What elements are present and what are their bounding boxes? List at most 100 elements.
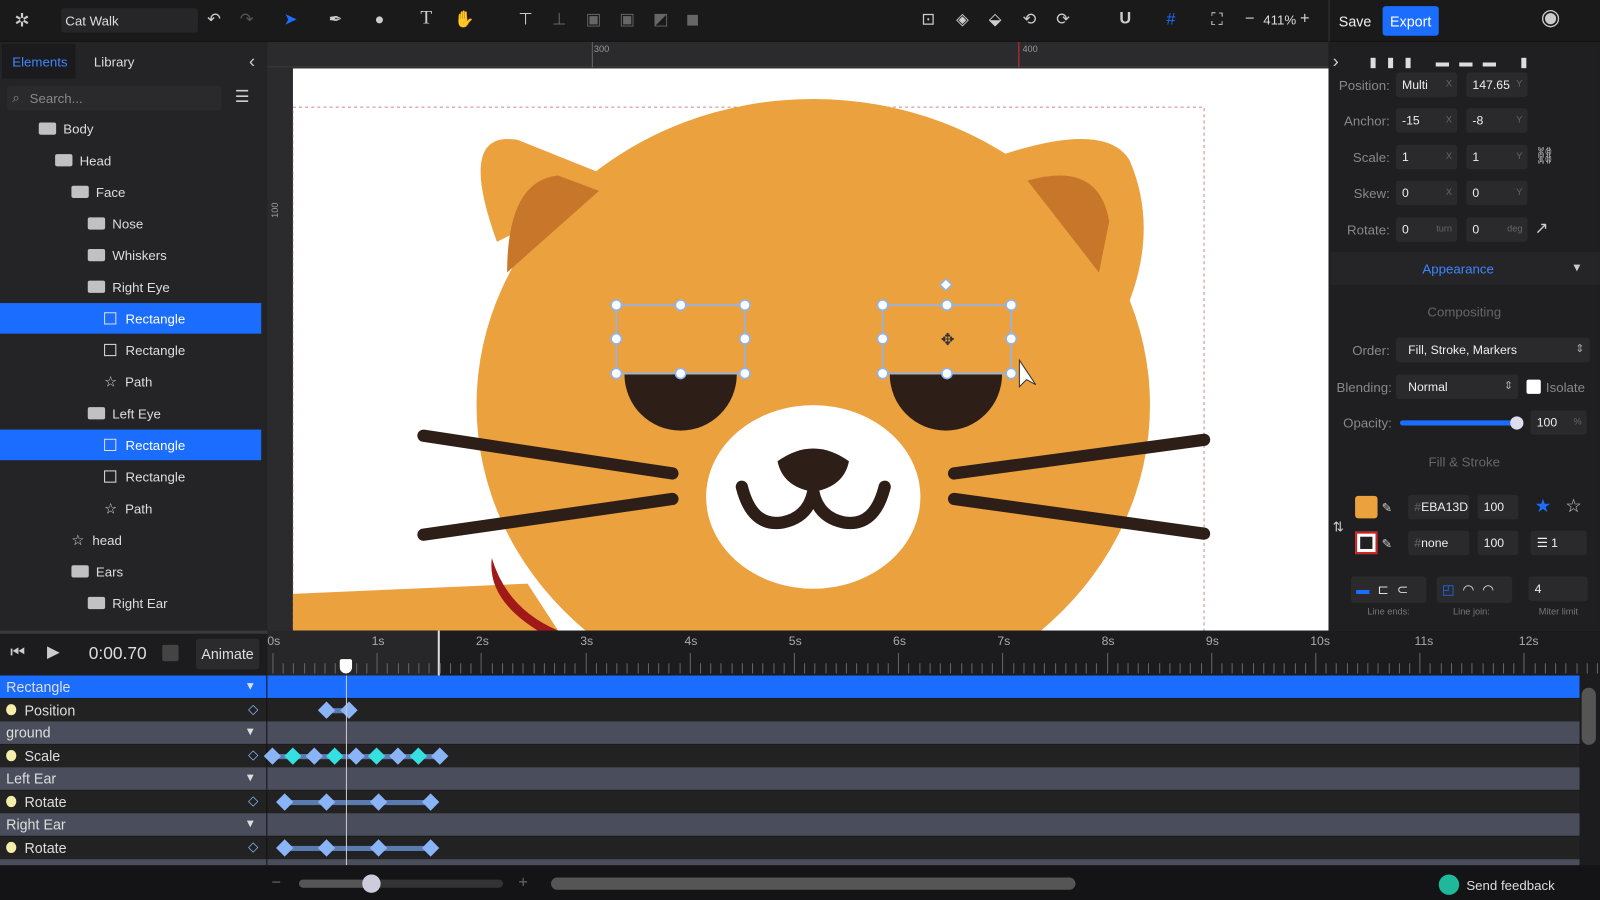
- order-select[interactable]: Fill, Stroke, Markers ⇕: [1395, 337, 1590, 363]
- keyframe[interactable]: [339, 701, 358, 719]
- rewind-icon[interactable]: ⏮: [10, 644, 25, 661]
- layer-item[interactable]: Left Eye: [0, 398, 261, 429]
- sort-icon[interactable]: ☰: [235, 89, 250, 106]
- pen-tool-icon[interactable]: ✒: [329, 12, 343, 28]
- fill-opacity-input[interactable]: 100: [1477, 494, 1519, 520]
- layer-item[interactable]: Body: [0, 113, 261, 144]
- track-property[interactable]: Position ◇: [0, 698, 1580, 721]
- add-keyframe-icon[interactable]: ◇: [248, 701, 258, 717]
- zoom-out-timeline-icon[interactable]: −: [271, 875, 281, 892]
- user-icon[interactable]: ◉: [1541, 6, 1561, 28]
- layer-item[interactable]: Nose: [0, 208, 261, 239]
- redo-icon[interactable]: ↷: [240, 12, 254, 28]
- keyframe[interactable]: [370, 838, 388, 857]
- mask-icon[interactable]: ◩: [653, 12, 668, 28]
- add-keyframe-icon[interactable]: ◇: [248, 792, 258, 808]
- track-group[interactable]: Right Ear ▾: [0, 813, 1580, 836]
- star-outline-icon[interactable]: ☆: [1565, 497, 1581, 515]
- layer-item[interactable]: Right Eye: [0, 271, 261, 302]
- track-group[interactable]: ground ▾: [0, 721, 1580, 744]
- layer-item[interactable]: Rectangle: [0, 303, 262, 334]
- align-top-icon[interactable]: ⊤: [518, 12, 532, 28]
- layer-item[interactable]: ☆ Path: [0, 366, 261, 397]
- stroke-opacity-input[interactable]: 100: [1477, 530, 1519, 556]
- stroke-color-swatch[interactable]: [1355, 531, 1378, 555]
- lightbulb-icon[interactable]: [6, 749, 17, 761]
- layer-item[interactable]: Head: [0, 145, 261, 176]
- select-tool-icon[interactable]: ➤: [284, 12, 298, 28]
- play-icon[interactable]: ▶: [47, 644, 60, 661]
- keyframe[interactable]: [388, 746, 407, 765]
- anchor-y-input[interactable]: -8 Y: [1466, 108, 1528, 133]
- hand-tool-icon[interactable]: ✋: [454, 12, 474, 28]
- artboard[interactable]: ✥: [292, 68, 1329, 631]
- stroke-width-input[interactable]: ☰ 1: [1530, 530, 1587, 556]
- star-filled-icon[interactable]: ★: [1535, 497, 1551, 515]
- flip-vertical-icon[interactable]: ⬙: [989, 12, 1002, 28]
- layer-item[interactable]: Face: [0, 177, 261, 208]
- align-middle-icon[interactable]: ⊥: [552, 12, 566, 28]
- save-button[interactable]: Save: [1335, 7, 1376, 35]
- zoom-out-button[interactable]: −: [1245, 11, 1255, 27]
- keyframe[interactable]: [347, 746, 365, 765]
- timeline-zoom-slider[interactable]: [298, 874, 504, 893]
- eyedropper-icon[interactable]: ✎: [1382, 536, 1392, 552]
- ungroup-icon[interactable]: ▣: [619, 12, 634, 28]
- rotate-right-90-icon[interactable]: ⟳: [1056, 12, 1070, 28]
- opacity-slider[interactable]: [1399, 416, 1524, 430]
- anchor-x-input[interactable]: -15 X: [1395, 108, 1458, 133]
- logo-icon[interactable]: ✲: [14, 11, 29, 29]
- keyframe[interactable]: [318, 838, 336, 857]
- track-property[interactable]: Scale ◇: [0, 744, 1580, 767]
- keyframe[interactable]: [318, 701, 336, 719]
- keyframe[interactable]: [284, 746, 302, 765]
- chevron-down-icon[interactable]: ▾: [247, 815, 254, 831]
- text-tool-icon[interactable]: T: [420, 8, 432, 27]
- keyframe[interactable]: [318, 792, 336, 811]
- current-time[interactable]: 0:00.70: [89, 644, 147, 664]
- animate-button[interactable]: Animate: [195, 638, 260, 670]
- grid-icon[interactable]: #: [1166, 12, 1175, 28]
- chevron-down-icon[interactable]: ▾: [247, 769, 254, 785]
- track-group[interactable]: Left Ear ▾: [0, 767, 1580, 790]
- playhead-handle[interactable]: [339, 659, 352, 674]
- appearance-section[interactable]: Appearance ▾: [1330, 252, 1600, 285]
- add-keyframe-icon[interactable]: ◇: [248, 838, 258, 854]
- chevron-down-icon[interactable]: ▾: [247, 723, 254, 739]
- keyframe[interactable]: [368, 746, 386, 765]
- scale-x-input[interactable]: 1X: [1395, 144, 1458, 170]
- keyframe[interactable]: [276, 792, 294, 811]
- export-button[interactable]: Export: [1382, 6, 1439, 36]
- keyframe[interactable]: [430, 746, 448, 765]
- vertical-scrollbar[interactable]: [1581, 687, 1596, 745]
- track-group[interactable]: Rectangle ▾: [0, 675, 1580, 698]
- position-y-input[interactable]: 147.65 Y: [1466, 72, 1528, 97]
- fill-hex-input[interactable]: #EBA13D: [1408, 494, 1470, 520]
- keyframe[interactable]: [305, 746, 323, 765]
- flip-horizontal-icon[interactable]: ◈: [956, 12, 969, 28]
- rotate-deg-input[interactable]: 0 deg: [1466, 217, 1528, 242]
- layer-item[interactable]: Ears: [0, 556, 261, 587]
- easing-icon[interactable]: [162, 644, 179, 662]
- boolean-icon[interactable]: ◼: [686, 12, 700, 28]
- keyframe[interactable]: [409, 746, 428, 765]
- miter-limit-input[interactable]: 4: [1528, 576, 1588, 602]
- add-keyframe-icon[interactable]: ◇: [248, 746, 258, 762]
- tab-elements[interactable]: Elements: [2, 43, 76, 79]
- layer-item[interactable]: ☆ head: [0, 524, 261, 555]
- rotate-handle-icon[interactable]: ↗: [1535, 221, 1549, 237]
- transform-icon[interactable]: ⊡: [921, 12, 935, 28]
- shape-tool-icon[interactable]: ●: [374, 12, 384, 28]
- chevron-down-icon[interactable]: ▾: [247, 678, 254, 694]
- line-join-buttons[interactable]: ◰◠◠: [1436, 576, 1513, 604]
- undo-icon[interactable]: ↶: [207, 12, 221, 28]
- expand-panel-icon[interactable]: ›: [1333, 52, 1339, 70]
- scale-y-input[interactable]: 1Y: [1466, 144, 1528, 170]
- zoom-level[interactable]: 411%: [1263, 12, 1296, 27]
- layer-item[interactable]: Rectangle: [0, 335, 261, 366]
- zoom-in-timeline-icon[interactable]: +: [518, 875, 528, 892]
- isolate-checkbox[interactable]: [1526, 379, 1541, 394]
- fit-icon[interactable]: ⛶: [1211, 12, 1222, 28]
- layer-item[interactable]: Whiskers: [0, 240, 261, 271]
- magnet-icon[interactable]: U: [1119, 11, 1131, 27]
